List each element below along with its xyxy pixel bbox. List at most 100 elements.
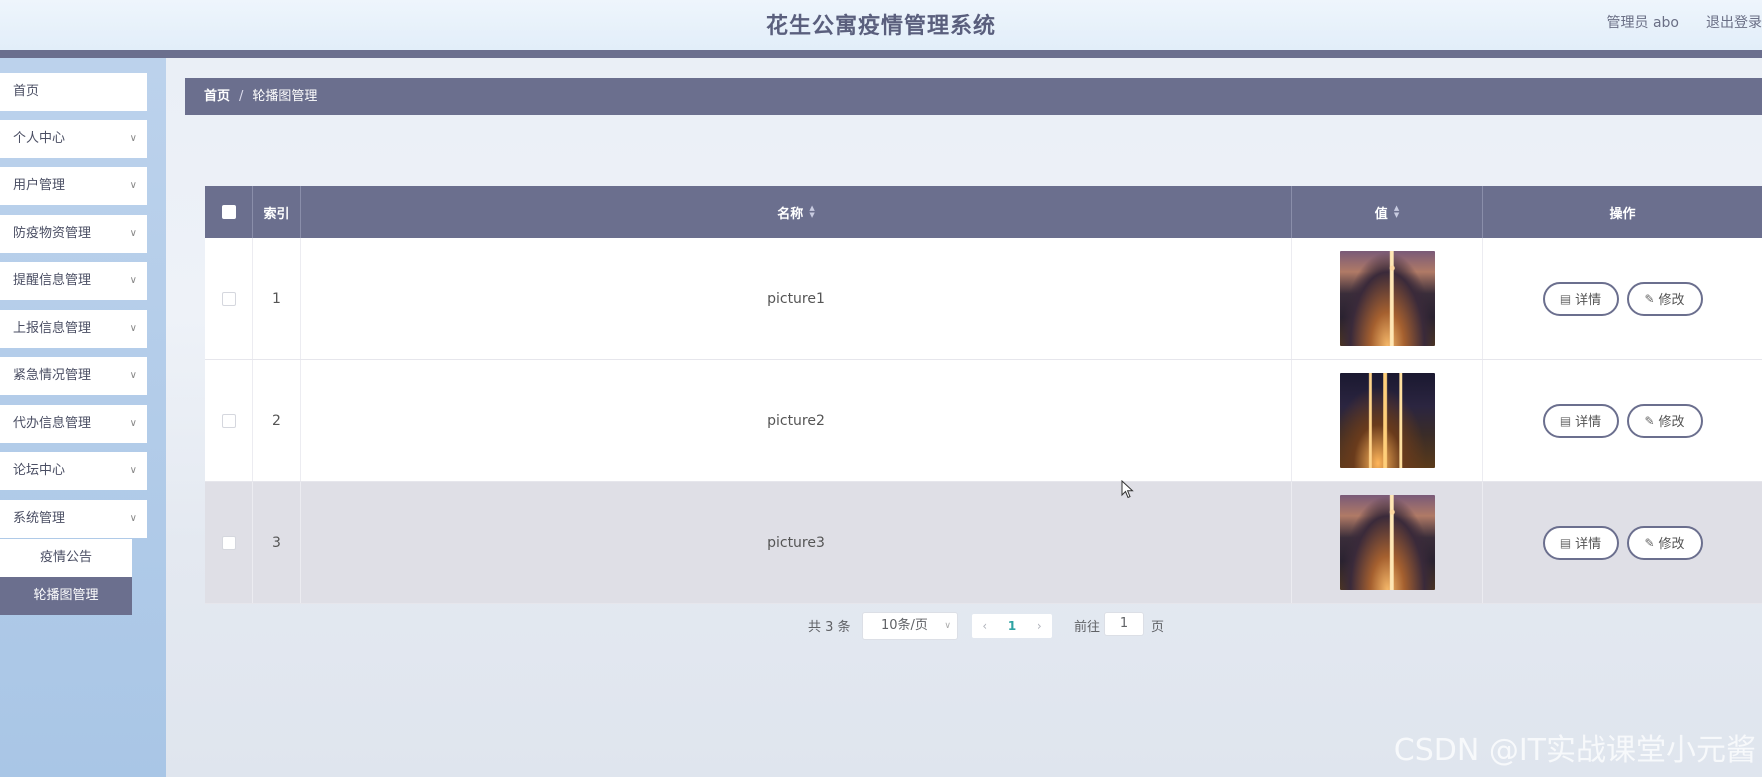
pencil-icon: ✎	[1644, 413, 1655, 428]
column-header-index: 索引	[253, 186, 301, 238]
breadcrumb-separator: /	[239, 89, 244, 104]
row-value-cell	[1292, 482, 1483, 603]
detail-button[interactable]: ▤ 详情	[1542, 403, 1619, 438]
sidebar-item-todo[interactable]: 代办信息管理 ∨	[0, 405, 147, 443]
chevron-down-icon: ∨	[129, 275, 137, 286]
chevron-down-icon: ∨	[944, 621, 951, 631]
row-select-cell	[205, 238, 253, 359]
sidebar-item-label: 代办信息管理	[13, 416, 92, 431]
header-select-all	[205, 186, 253, 238]
app-title: 花生公寓疫情管理系统	[765, 14, 996, 39]
chevron-down-icon: ∨	[129, 228, 137, 239]
prev-page-icon[interactable]: ‹	[982, 619, 987, 633]
sidebar-item-label: 首页	[13, 84, 40, 99]
sidebar-item-home[interactable]: 首页	[0, 73, 147, 111]
submenu-item-carousel[interactable]: 轮播图管理	[0, 577, 132, 615]
sidebar-item-reports[interactable]: 上报信息管理 ∨	[0, 310, 147, 348]
sidebar-item-emergency[interactable]: 紧急情况管理 ∨	[0, 357, 147, 395]
detail-button-label: 详情	[1575, 537, 1602, 552]
sidebar-item-label: 上报信息管理	[13, 321, 92, 336]
sidebar-item-label: 用户管理	[13, 178, 66, 193]
page-size-select[interactable]: 10条/页 ∨	[862, 612, 958, 640]
row-value-cell	[1292, 360, 1483, 481]
sidebar-item-supplies[interactable]: 防疫物资管理 ∨	[0, 215, 147, 253]
column-header-name[interactable]: 名称 ▲ ▼	[301, 186, 1292, 238]
logout-link[interactable]: 退出登录	[1706, 12, 1762, 32]
table-header: 索引 名称 ▲ ▼ 值 ▲ ▼ 操作	[205, 186, 1762, 238]
current-user: 管理员 abo	[1606, 15, 1679, 31]
sidebar-item-profile[interactable]: 个人中心 ∨	[0, 120, 147, 158]
pagination-nav: ‹ 1 ›	[972, 614, 1052, 638]
row-index: 1	[253, 238, 301, 359]
sidebar-item-forum[interactable]: 论坛中心 ∨	[0, 452, 147, 490]
row-checkbox[interactable]	[221, 291, 236, 306]
edit-button[interactable]: ✎ 修改	[1626, 403, 1703, 438]
mouse-cursor-icon	[1121, 480, 1134, 499]
row-select-cell	[205, 482, 253, 603]
carousel-thumbnail-image[interactable]	[1339, 495, 1435, 590]
sidebar-item-users[interactable]: 用户管理 ∨	[0, 167, 147, 205]
sidebar-item-label: 系统管理	[13, 511, 66, 526]
sidebar-item-reminders[interactable]: 提醒信息管理 ∨	[0, 262, 147, 300]
chevron-down-icon: ∨	[129, 323, 137, 334]
chevron-down-icon: ∨	[129, 370, 137, 381]
page-size-value: 10条/页	[881, 618, 928, 633]
page-suffix-label: 页	[1151, 620, 1165, 635]
next-page-icon[interactable]: ›	[1037, 619, 1042, 633]
sort-icon[interactable]: ▲ ▼	[1394, 205, 1399, 219]
table-row: 3 picture3 ▤ 详情 ✎ 修改	[205, 482, 1762, 604]
chevron-down-icon: ∨	[129, 418, 137, 429]
table-row: 1 picture1 ▤ 详情 ✎ 修改	[205, 238, 1762, 360]
column-header-value[interactable]: 值 ▲ ▼	[1292, 186, 1483, 238]
goto-label: 前往	[1074, 620, 1101, 635]
carousel-thumbnail-image[interactable]	[1339, 373, 1435, 468]
page-number-current[interactable]: 1	[1008, 619, 1016, 633]
sidebar-item-label: 提醒信息管理	[13, 273, 92, 288]
breadcrumb-current: 轮播图管理	[252, 89, 318, 104]
row-name: picture1	[301, 238, 1292, 359]
row-checkbox[interactable]	[221, 535, 236, 550]
sidebar-item-label: 个人中心	[13, 131, 66, 146]
chevron-down-icon: ∨	[129, 465, 137, 476]
row-operations: ▤ 详情 ✎ 修改	[1483, 482, 1762, 603]
edit-button-label: 修改	[1658, 415, 1685, 430]
sidebar-item-label: 紧急情况管理	[13, 368, 92, 383]
chevron-down-icon: ∨	[129, 133, 137, 144]
edit-button[interactable]: ✎ 修改	[1626, 525, 1703, 560]
carousel-thumbnail-image[interactable]	[1339, 251, 1435, 346]
header-divider	[0, 50, 1762, 58]
edit-button[interactable]: ✎ 修改	[1626, 281, 1703, 316]
column-header-name-label: 名称	[777, 206, 804, 222]
submenu-item-announcement[interactable]: 疫情公告	[0, 539, 132, 577]
edit-button-label: 修改	[1658, 537, 1685, 552]
row-index: 2	[253, 360, 301, 481]
sidebar-item-label: 防疫物资管理	[13, 226, 92, 241]
watermark-text: CSDN @IT实战课堂小元酱	[1393, 733, 1756, 768]
sidebar-item-system[interactable]: 系统管理 ∨	[0, 500, 147, 538]
sidebar-item-label: 论坛中心	[13, 463, 66, 478]
row-checkbox[interactable]	[221, 413, 236, 428]
pencil-icon: ✎	[1644, 535, 1655, 550]
row-name: picture2	[301, 360, 1292, 481]
row-select-cell	[205, 360, 253, 481]
detail-button[interactable]: ▤ 详情	[1542, 525, 1619, 560]
goto-page-input[interactable]: 1	[1104, 612, 1144, 636]
document-icon: ▤	[1559, 535, 1572, 550]
row-index: 3	[253, 482, 301, 603]
document-icon: ▤	[1559, 291, 1572, 306]
detail-button-label: 详情	[1575, 415, 1602, 430]
breadcrumb: 首页 / 轮播图管理	[185, 78, 1762, 115]
sort-icon[interactable]: ▲ ▼	[809, 205, 814, 219]
row-operations: ▤ 详情 ✎ 修改	[1483, 360, 1762, 481]
row-operations: ▤ 详情 ✎ 修改	[1483, 238, 1762, 359]
detail-button[interactable]: ▤ 详情	[1542, 281, 1619, 316]
pencil-icon: ✎	[1644, 291, 1655, 306]
top-header: 花生公寓疫情管理系统 管理员 abo 退出登录	[0, 0, 1762, 50]
pagination-total: 共 3 条	[808, 620, 851, 635]
document-icon: ▤	[1559, 413, 1572, 428]
select-all-checkbox[interactable]	[221, 205, 236, 219]
breadcrumb-home[interactable]: 首页	[204, 89, 230, 104]
column-header-value-label: 值	[1374, 206, 1388, 222]
column-header-operation: 操作	[1609, 206, 1636, 222]
chevron-up-icon: ∨	[129, 513, 137, 524]
